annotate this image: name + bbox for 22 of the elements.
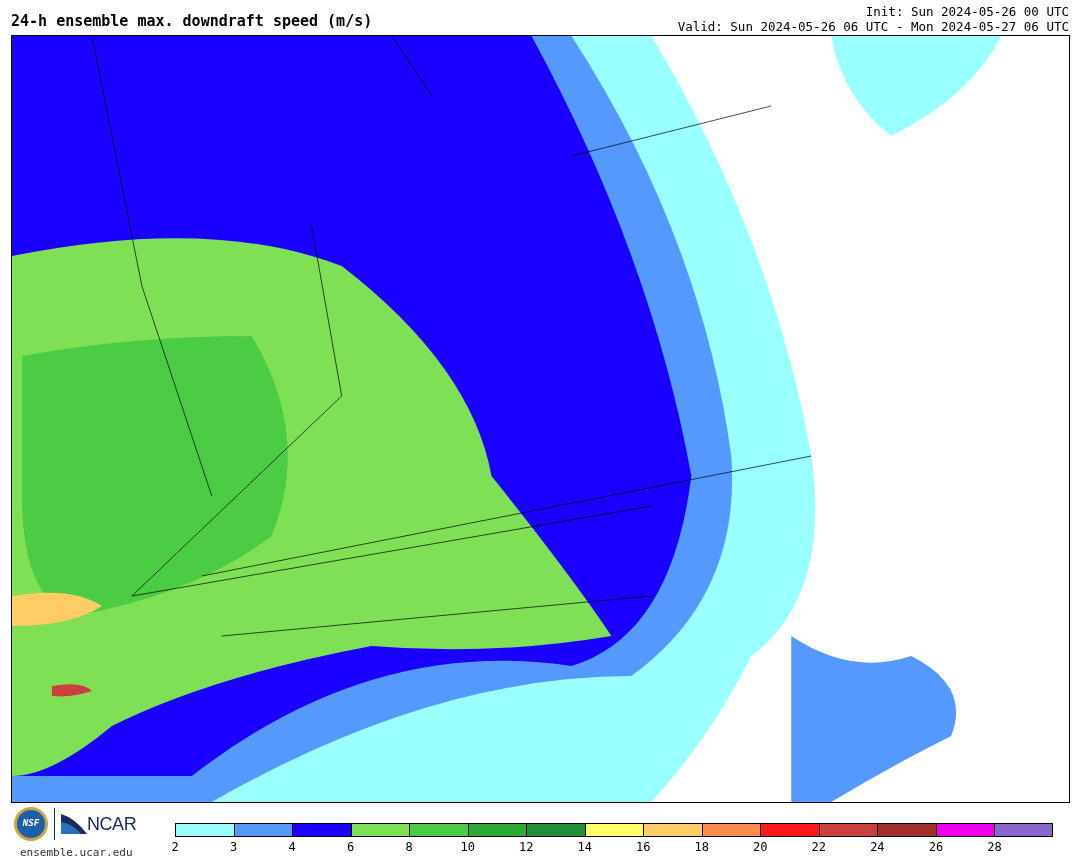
init-time: Init: Sun 2024-05-26 00 UTC bbox=[865, 4, 1069, 19]
colorbar-tick-label: 14 bbox=[577, 841, 592, 853]
colorbar-tick-label: 2 bbox=[171, 841, 179, 853]
colorbar-tick-label: 18 bbox=[694, 841, 709, 853]
colorbar-tick-label: 24 bbox=[870, 841, 885, 853]
colorbar-tick-label: 6 bbox=[347, 841, 355, 853]
valid-time: Valid: Sun 2024-05-26 06 UTC - Mon 2024-05-27 06 UTC bbox=[677, 19, 1069, 34]
nsf-logo: NSF bbox=[14, 807, 48, 841]
colorbar-tick-label: 4 bbox=[288, 841, 296, 853]
colorbar-tick-label: 28 bbox=[987, 841, 1002, 853]
colorbar-tick-label: 26 bbox=[928, 841, 944, 853]
colorbar-tick-label: 12 bbox=[518, 841, 534, 853]
website-url: ensemble.ucar.edu bbox=[20, 845, 133, 861]
colorbar-tick-label: 20 bbox=[753, 841, 768, 853]
colorbar-tick-label: 16 bbox=[636, 841, 651, 853]
colorbar-tick-label: 3 bbox=[229, 841, 238, 853]
chart-title: 24-h ensemble max. downdraft speed (m/s) bbox=[11, 14, 373, 32]
colorbar-tick-label: 8 bbox=[405, 841, 413, 853]
colorbar-tick-label: 22 bbox=[811, 841, 827, 853]
ncar-wave-icon bbox=[61, 814, 87, 834]
colorbar-tick-label: 10 bbox=[460, 841, 475, 853]
ncar-logo-text: NCAR bbox=[87, 812, 137, 836]
